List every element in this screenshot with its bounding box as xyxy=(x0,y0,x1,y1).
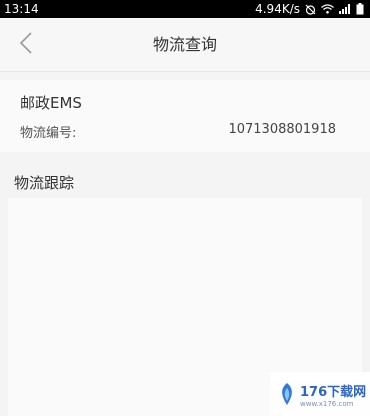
signal-icon xyxy=(339,4,351,14)
watermark: 176下载网 www.x176.com xyxy=(270,372,370,416)
screen: 13:14 4.94K/s 物流查询 邮政EMS 物流编号: 107130880… xyxy=(0,0,370,416)
tracking-number-value: 1071308801918 xyxy=(228,122,336,137)
header: 物流查询 xyxy=(0,18,370,72)
battery-icon xyxy=(356,3,364,15)
watermark-text: 176下载网 xyxy=(300,384,367,400)
watermark-logo-icon xyxy=(278,382,296,406)
network-speed: 4.94K/s xyxy=(255,2,300,16)
watermark-text-block: 176下载网 www.x176.com xyxy=(300,381,366,408)
page-title: 物流查询 xyxy=(152,35,217,54)
shipment-card: 邮政EMS 物流编号: 1071308801918 xyxy=(0,80,370,152)
status-bar: 13:14 4.94K/s xyxy=(0,0,370,18)
status-indicators: 4.94K/s xyxy=(255,0,364,18)
carrier-name: 邮政EMS xyxy=(20,94,82,112)
status-time: 13:14 xyxy=(4,2,39,16)
wifi-icon xyxy=(321,4,334,14)
alarm-off-icon xyxy=(305,4,316,15)
tracking-number-label: 物流编号: xyxy=(20,126,77,141)
tracking-section-title: 物流跟踪 xyxy=(14,174,75,192)
watermark-subtext: www.x176.com xyxy=(300,399,354,408)
